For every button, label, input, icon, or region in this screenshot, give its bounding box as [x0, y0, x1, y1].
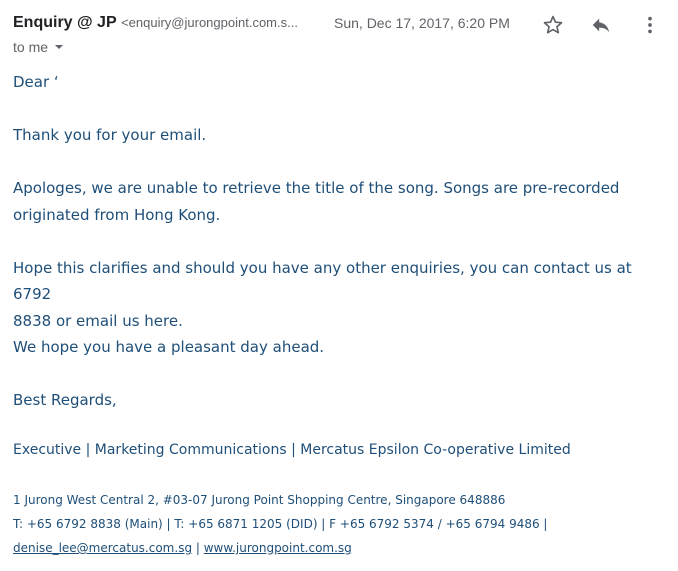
message-header: Enquiry @ JP <enquiry@jurongpoint.com.s.…	[13, 12, 678, 60]
more-vert-icon	[648, 16, 652, 34]
star-icon	[543, 15, 563, 34]
star-button[interactable]	[540, 12, 566, 38]
body-paragraph-1: Thank you for your email.	[13, 126, 207, 144]
body-paragraph-3-line-2: 8838 or email us here.	[13, 311, 183, 330]
message-date[interactable]: Sun, Dec 17, 2017, 6:20 PM	[334, 12, 510, 34]
reply-button[interactable]	[588, 12, 614, 38]
closing: Best Regards,	[13, 391, 117, 409]
body-paragraph-2-line-2: originated from Hong Kong.	[13, 205, 221, 224]
recipient-label: to me	[13, 39, 49, 55]
chevron-down-icon[interactable]	[54, 42, 64, 52]
signature-title: Executive | Marketing Communications | M…	[13, 442, 571, 458]
body-paragraph-2-line-1: Apologes, we are unable to retrieve the …	[13, 179, 620, 197]
sender-email: <enquiry@jurongpoint.com.s...	[121, 15, 298, 30]
signature-phones: T: +65 6792 8838 (Main) | T: +65 6871 12…	[13, 517, 548, 531]
reply-icon	[592, 18, 610, 33]
signature-details: 1 Jurong West Central 2, #03-07 Jurong P…	[13, 488, 663, 560]
greeting: Dear ‘	[13, 73, 59, 91]
body-paragraph-3-line-3: We hope you have a pleasant day ahead.	[13, 338, 325, 356]
email-link[interactable]: denise_lee@mercatus.com.sg	[13, 541, 192, 555]
message-body: Dear ‘ Thank you for your email. Apologe…	[13, 69, 653, 414]
sender-line: Enquiry @ JP <enquiry@jurongpoint.com.s.…	[13, 12, 298, 34]
link-separator: |	[192, 541, 204, 555]
website-link[interactable]: www.jurongpoint.com.sg	[204, 541, 352, 555]
more-options-button[interactable]	[637, 12, 663, 38]
signature-links: denise_lee@mercatus.com.sg | www.jurongp…	[13, 536, 663, 560]
signature-address: 1 Jurong West Central 2, #03-07 Jurong P…	[13, 493, 506, 507]
recipient-line[interactable]: to me	[13, 38, 64, 56]
body-paragraph-3-line-1: Hope this clarifies and should you have …	[13, 258, 632, 304]
sender-name[interactable]: Enquiry @ JP	[13, 14, 117, 31]
